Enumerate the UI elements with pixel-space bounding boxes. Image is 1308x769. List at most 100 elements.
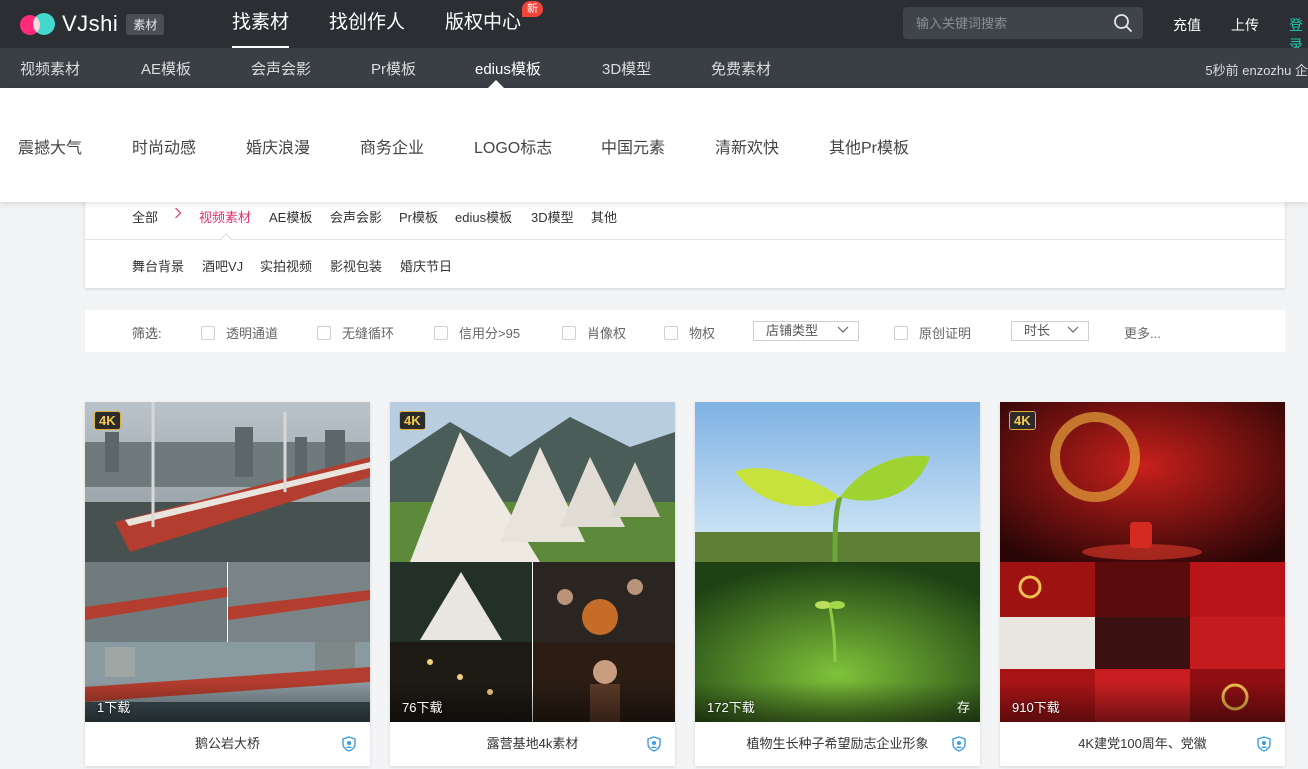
subcategory-item[interactable]: 舞台背景	[132, 256, 184, 275]
category-edius[interactable]: edius模板	[455, 207, 512, 226]
subnav-free[interactable]: 免费素材	[711, 58, 771, 79]
duration-select[interactable]: 时长	[1011, 321, 1089, 341]
video-thumbnail[interactable]: 4K 76下载	[390, 402, 675, 722]
upload-link[interactable]: 上传	[1231, 15, 1259, 35]
subnav-huisheng[interactable]: 会声会影	[251, 58, 311, 79]
dropdown-item[interactable]: 中国元素	[601, 134, 665, 158]
filter-more-link[interactable]: 更多...	[1124, 323, 1161, 342]
subnav-dropdown: 震撼大气 时尚动感 婚庆浪漫 商务企业 LOGO标志 中国元素 清新欢快 其他P…	[0, 88, 1308, 202]
download-count: 172下载	[707, 700, 755, 715]
card-title[interactable]: 露营基地4k素材	[390, 722, 675, 766]
video-thumbnail[interactable]: 4K 1下载	[85, 402, 370, 722]
filter-original-proof[interactable]: 原创证明	[894, 323, 971, 342]
filter-option-label: 肖像权	[587, 326, 627, 341]
dropdown-item[interactable]: 其他Pr模板	[829, 134, 909, 158]
nav-copyright-label: 版权中心	[445, 12, 522, 33]
filter-portrait-rights[interactable]: 肖像权	[562, 323, 626, 342]
filter-seamless-loop[interactable]: 无缝循环	[317, 323, 394, 342]
checkbox[interactable]	[201, 325, 215, 340]
card-title[interactable]: 4K建党100周年、党徽	[1000, 722, 1285, 766]
subnav-edius[interactable]: edius模板	[475, 58, 541, 79]
filter-property-rights[interactable]: 物权	[664, 323, 715, 342]
category-panel: 全部 视频素材 AE模板 会声会影 Pr模板 edius模板 3D模型 其他 舞…	[85, 190, 1285, 288]
video-thumbnail[interactable]: 4K 910下载	[1000, 402, 1285, 722]
subnav-pr[interactable]: Pr模板	[371, 58, 416, 79]
top-header: VJshi 素材 找素材 找创作人 版权中心 新 充值 上传 登录	[0, 0, 1308, 53]
verified-shield-icon	[952, 736, 966, 752]
subnav-3d[interactable]: 3D模型	[602, 58, 651, 79]
subcategory-item[interactable]: 婚庆节日	[400, 256, 452, 275]
filter-bar: 筛选: 透明通道 无缝循环 信用分>95 肖像权 物权 店铺类型 原创证明 时长…	[85, 310, 1285, 352]
category-video[interactable]: 视频素材	[199, 207, 251, 226]
subnav-ae[interactable]: AE模板	[141, 58, 191, 79]
material-card[interactable]: 4K 76下载 露营基地4k素材	[390, 402, 675, 766]
material-card[interactable]: 172下载 存 植物生长种子希望励志企业形象	[695, 402, 980, 766]
category-ae[interactable]: AE模板	[269, 207, 312, 226]
category-huisheng[interactable]: 会声会影	[330, 207, 382, 226]
material-card[interactable]: 4K 1下载 鹅公岩大桥	[85, 402, 370, 766]
nav-find-creator[interactable]: 找创作人	[329, 0, 405, 48]
breadcrumb-all[interactable]: 全部	[132, 207, 158, 226]
filter-option-label: 透明通道	[226, 326, 279, 341]
search-input[interactable]	[903, 7, 1103, 39]
card-title[interactable]: 鹅公岩大桥	[85, 722, 370, 766]
chevron-right-icon	[175, 207, 182, 219]
verified-shield-icon	[647, 736, 661, 752]
chevron-down-icon	[1067, 326, 1079, 333]
checkbox[interactable]	[562, 325, 576, 340]
download-count: 910下载	[1012, 700, 1060, 715]
subcategory-item[interactable]: 影视包装	[330, 256, 382, 275]
checkbox[interactable]	[317, 325, 331, 340]
recharge-link[interactable]: 充值	[1173, 15, 1201, 35]
dropdown-item[interactable]: 婚庆浪漫	[246, 134, 310, 158]
dropdown-item[interactable]: 时尚动感	[132, 134, 196, 158]
dropdown-item[interactable]: 商务企业	[360, 134, 424, 158]
filter-option-label: 无缝循环	[342, 326, 395, 341]
subcategory-item[interactable]: 实拍视频	[260, 256, 312, 275]
filter-credit-score[interactable]: 信用分>95	[434, 323, 520, 342]
category-pr[interactable]: Pr模板	[399, 207, 438, 226]
chevron-down-icon	[837, 326, 849, 333]
filter-option-label: 信用分>95	[459, 326, 521, 341]
new-badge: 新	[522, 1, 544, 17]
subcategory-item[interactable]: 酒吧VJ	[202, 256, 243, 275]
4k-badge: 4K	[94, 411, 121, 430]
nav-find-material[interactable]: 找素材	[232, 0, 290, 48]
filter-label: 筛选:	[132, 326, 162, 341]
video-thumbnail[interactable]: 172下载 存	[695, 402, 980, 722]
category-other[interactable]: 其他	[591, 207, 617, 226]
checkbox[interactable]	[664, 325, 678, 340]
checkbox[interactable]	[894, 325, 908, 340]
sub-nav: 视频素材 AE模板 会声会影 Pr模板 edius模板 3D模型 免费素材 5秒…	[0, 48, 1308, 88]
verified-shield-icon	[1257, 736, 1271, 752]
dropdown-item[interactable]: 震撼大气	[18, 134, 82, 158]
dropdown-pointer	[488, 80, 504, 88]
duration-label: 时长	[1024, 323, 1051, 338]
active-category-caret-icon	[220, 233, 232, 240]
search-icon[interactable]	[1113, 13, 1133, 33]
filter-transparent-channel[interactable]: 透明通道	[201, 323, 278, 342]
verified-shield-icon	[342, 736, 356, 752]
activity-status: 5秒前 enzozhu 企	[1205, 63, 1308, 78]
subnav-video[interactable]: 视频素材	[20, 58, 80, 79]
shop-type-select[interactable]: 店铺类型	[753, 321, 859, 341]
stock-tag: 存	[956, 700, 970, 715]
logo-mark-icon	[20, 13, 58, 35]
4k-badge: 4K	[399, 411, 426, 430]
card-title[interactable]: 植物生长种子希望励志企业形象	[695, 722, 980, 766]
nav-copyright-center[interactable]: 版权中心 新	[445, 0, 544, 48]
main-nav: 找素材 找创作人 版权中心 新	[232, 0, 561, 48]
download-count: 76下载	[402, 700, 443, 715]
checkbox[interactable]	[434, 325, 448, 340]
logo-badge: 素材	[126, 13, 165, 35]
dropdown-item[interactable]: 清新欢快	[715, 134, 779, 158]
thumbnail-image-emblem	[1000, 402, 1285, 722]
thumbnail-image-camping	[390, 402, 675, 722]
search-box	[903, 7, 1143, 39]
dropdown-item[interactable]: LOGO标志	[474, 134, 552, 158]
site-logo[interactable]: VJshi 素材	[20, 10, 165, 38]
material-card[interactable]: 4K 910下载 4K建党100周年、党徽	[1000, 402, 1285, 766]
thumbnail-image-sprout	[695, 402, 980, 722]
filter-option-label: 原创证明	[919, 326, 972, 341]
category-3d[interactable]: 3D模型	[531, 207, 574, 226]
